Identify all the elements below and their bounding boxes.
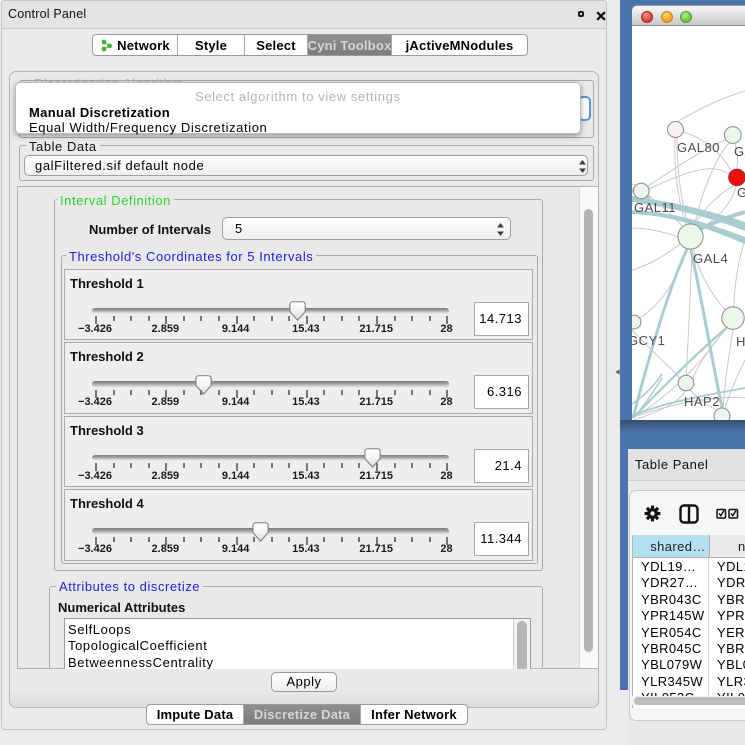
svg-text:G: G [737, 185, 745, 200]
svg-text:GAL80: GAL80 [677, 140, 720, 155]
svg-text:H: H [736, 334, 745, 349]
svg-text:HAP2: HAP2 [684, 394, 720, 409]
svg-text:GAL4: GAL4 [693, 251, 728, 266]
svg-text:GAL11: GAL11 [634, 200, 676, 215]
svg-text:GA: GA [734, 144, 745, 159]
svg-text:GCY1: GCY1 [632, 333, 665, 348]
